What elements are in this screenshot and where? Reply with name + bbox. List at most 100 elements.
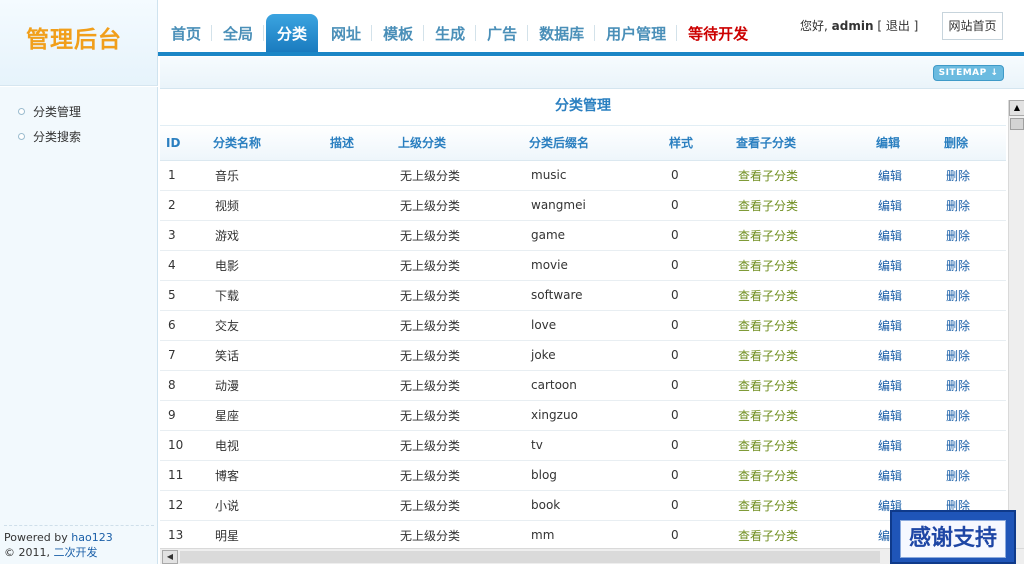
view-children-link[interactable]: 查看子分类 — [730, 490, 870, 521]
table-row: 7 笑话 无上级分类 joke 0 查看子分类 编辑 删除 — [160, 340, 1006, 371]
scroll-up-icon[interactable]: ▲ — [1009, 100, 1024, 116]
cell-style: 0 — [663, 310, 730, 341]
cell-name: 电影 — [207, 250, 324, 281]
view-children-link[interactable]: 查看子分类 — [730, 520, 870, 548]
delete-link[interactable]: 删除 — [938, 400, 1006, 431]
edit-link[interactable]: 编辑 — [870, 280, 938, 311]
cell-style: 0 — [663, 160, 730, 191]
sitemap-button[interactable]: SITEMAP ↓ — [933, 65, 1004, 81]
table-row: 8 动漫 无上级分类 cartoon 0 查看子分类 编辑 删除 — [160, 370, 1006, 401]
nav-item-users[interactable]: 用户管理 — [595, 14, 678, 52]
cell-style: 0 — [663, 370, 730, 401]
col-header-style: 样式 — [663, 126, 730, 161]
edit-link[interactable]: 编辑 — [870, 340, 938, 371]
logo[interactable]: 管理后台 — [0, 0, 158, 86]
cell-suffix: wangmei — [523, 190, 663, 221]
nav-item-global[interactable]: 全局 — [212, 14, 265, 52]
col-header-edit: 编辑 — [870, 126, 938, 161]
cell-id: 1 — [160, 160, 207, 191]
copyright-link[interactable]: 二次开发 — [53, 546, 97, 559]
nav-item-generate[interactable]: 生成 — [424, 14, 477, 52]
site-home-button[interactable]: 网站首页 — [942, 12, 1003, 40]
main-nav: 首页 全局 分类 网址 模板 生成 广告 数据库 用户管理 等待开发 — [160, 14, 759, 52]
sidebar-item-category-search[interactable]: 分类搜索 — [18, 128, 81, 145]
header: 管理后台 首页 全局 分类 网址 模板 生成 广告 数据库 用户管理 等待开发 … — [0, 0, 1024, 86]
greeting-text: 您好, — [800, 19, 828, 33]
nav-item-pending[interactable]: 等待开发 — [677, 14, 759, 52]
edit-link[interactable]: 编辑 — [870, 160, 938, 191]
delete-link[interactable]: 删除 — [938, 430, 1006, 461]
username: admin — [831, 19, 874, 33]
scroll-thumb[interactable] — [180, 551, 880, 563]
cell-desc — [324, 340, 392, 371]
scroll-thumb[interactable] — [1010, 118, 1024, 130]
delete-link[interactable]: 删除 — [938, 460, 1006, 491]
powered-link[interactable]: hao123 — [71, 531, 112, 544]
bullet-icon — [18, 133, 25, 140]
view-children-link[interactable]: 查看子分类 — [730, 460, 870, 491]
cell-desc — [324, 310, 392, 341]
main-content: 分类管理 ID 分类名称 描述 上级分类 分类后缀名 样式 查看子分类 编辑 删… — [160, 90, 1006, 548]
nav-item-templates[interactable]: 模板 — [372, 14, 425, 52]
edit-link[interactable]: 编辑 — [870, 250, 938, 281]
powered-prefix: Powered by — [4, 531, 72, 544]
edit-link[interactable]: 编辑 — [870, 400, 938, 431]
edit-link[interactable]: 编辑 — [870, 220, 938, 251]
view-children-link[interactable]: 查看子分类 — [730, 340, 870, 371]
nav-item-database[interactable]: 数据库 — [528, 14, 596, 52]
table-row: 13明星无上级分类mm0查看子分类编辑删除 — [160, 520, 1006, 548]
view-children-link[interactable]: 查看子分类 — [730, 160, 870, 191]
nav-item-home[interactable]: 首页 — [160, 14, 213, 52]
cell-parent: 无上级分类 — [392, 280, 523, 311]
delete-link[interactable]: 删除 — [938, 370, 1006, 401]
table-row: 6 交友 无上级分类 love 0 查看子分类 编辑 删除 — [160, 310, 1006, 341]
view-children-link[interactable]: 查看子分类 — [730, 280, 870, 311]
nav-item-ads[interactable]: 广告 — [476, 14, 529, 52]
sidebar-item-label: 分类搜索 — [33, 130, 82, 144]
delete-link[interactable]: 删除 — [938, 310, 1006, 341]
delete-link[interactable]: 删除 — [938, 220, 1006, 251]
bullet-icon — [18, 108, 25, 115]
cell-suffix: love — [523, 310, 663, 341]
cell-id: 3 — [160, 220, 207, 251]
view-children-link[interactable]: 查看子分类 — [730, 370, 870, 401]
edit-link[interactable]: 编辑 — [870, 370, 938, 401]
table-row: 12 小说 无上级分类 book 0 查看子分类 编辑 删除 — [160, 490, 1006, 521]
logout-link[interactable]: [ 退出 ] — [877, 19, 918, 33]
cell-id: 7 — [160, 340, 207, 371]
view-children-link[interactable]: 查看子分类 — [730, 310, 870, 341]
cell-name: 交友 — [207, 310, 324, 341]
cell-name: 电视 — [207, 430, 324, 461]
view-children-link[interactable]: 查看子分类 — [730, 250, 870, 281]
cell-id: 6 — [160, 310, 207, 341]
delete-link[interactable]: 删除 — [938, 280, 1006, 311]
edit-link[interactable]: 编辑 — [870, 460, 938, 491]
view-children-link[interactable]: 查看子分类 — [730, 220, 870, 251]
delete-link[interactable]: 删除 — [938, 340, 1006, 371]
cell-style: 0 — [663, 400, 730, 431]
delete-link[interactable]: 删除 — [938, 160, 1006, 191]
edit-link[interactable]: 编辑 — [870, 310, 938, 341]
cell-name: 小说 — [207, 490, 324, 521]
cell-suffix: xingzuo — [523, 400, 663, 431]
view-children-link[interactable]: 查看子分类 — [730, 190, 870, 221]
cell-desc — [324, 280, 392, 311]
cell-desc — [324, 460, 392, 491]
cell-suffix: movie — [523, 250, 663, 281]
sidebar-item-category-manage[interactable]: 分类管理 — [18, 103, 81, 120]
edit-link[interactable]: 编辑 — [870, 430, 938, 461]
delete-link[interactable]: 删除 — [938, 250, 1006, 281]
nav-item-urls[interactable]: 网址 — [320, 14, 373, 52]
delete-link[interactable]: 删除 — [938, 190, 1006, 221]
col-header-view-children: 查看子分类 — [730, 126, 870, 161]
view-children-link[interactable]: 查看子分类 — [730, 430, 870, 461]
vertical-scrollbar[interactable]: ▲ — [1008, 100, 1024, 548]
sidebar: 分类管理 分类搜索 Powered by hao123 © 2011, 二次开发 — [0, 87, 158, 564]
edit-link[interactable]: 编辑 — [870, 190, 938, 221]
cell-parent: 无上级分类 — [392, 400, 523, 431]
scroll-left-icon[interactable]: ◀ — [162, 550, 178, 564]
cell-name: 游戏 — [207, 220, 324, 251]
table-row: 4 电影 无上级分类 movie 0 查看子分类 编辑 删除 — [160, 250, 1006, 281]
view-children-link[interactable]: 查看子分类 — [730, 400, 870, 431]
nav-item-category[interactable]: 分类 — [266, 14, 319, 52]
